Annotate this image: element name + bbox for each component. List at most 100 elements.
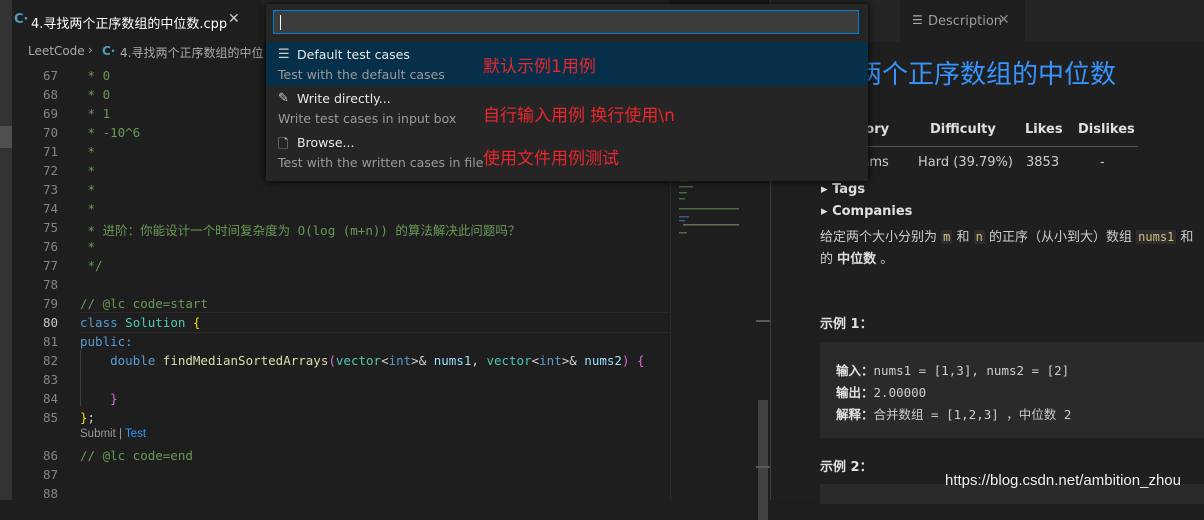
line-number: 86 (42, 448, 58, 463)
line-number: 85 (42, 410, 58, 425)
line-number: 71 (42, 144, 58, 159)
quick-pick-item-description: Test with the written cases in file (278, 155, 484, 170)
line-number: 87 (42, 467, 58, 482)
code-line: * -10^6 (80, 125, 141, 140)
code-line: double findMedianSortedArrays(vector<int… (110, 353, 645, 368)
close-icon[interactable]: ✕ (228, 11, 240, 27)
example-explanation: 解释：合并数组 = [1,2,3] ，中位数 2 (836, 404, 1071, 423)
preview-icon: ☰ (912, 13, 923, 27)
table-cell: - (1100, 155, 1105, 170)
quick-pick-item-label[interactable]: Default test cases (297, 47, 410, 62)
table-divider (830, 146, 1138, 147)
code-line: // @lc code=end (80, 448, 193, 463)
line-number: 74 (42, 201, 58, 216)
code-lens-separator: | (115, 428, 125, 440)
code-line: */ (80, 258, 103, 273)
file-icon: 🗋 (278, 137, 289, 152)
para-bold: 中位数 (837, 252, 877, 267)
inline-code: n (973, 230, 985, 244)
para-text: 给定两个大小分别为 (820, 230, 942, 245)
para-text: 。 (876, 252, 894, 267)
line-number-active: 80 (42, 315, 58, 330)
problem-title: 找两个正序数组的中位数 (830, 60, 1117, 90)
code-line: } (110, 391, 118, 406)
code-line: * 进阶：你能设计一个时间复杂度为 O(log (m+n)) 的算法解决此问题吗… (80, 223, 521, 238)
breadcrumb-file[interactable]: 4.寻找两个正序数组的中位 (120, 44, 270, 61)
chevron-right-icon: › (88, 43, 93, 57)
line-number: 72 (42, 163, 58, 178)
example-value: 合并数组 = [1,2,3] ，中位数 2 (873, 407, 1072, 422)
line-number: 76 (42, 239, 58, 254)
line-number: 75 (42, 220, 58, 235)
edit-icon: ✎ (278, 91, 289, 106)
scrollbar-thumb[interactable] (758, 400, 768, 520)
tags-toggle[interactable]: ▸ Tags (821, 182, 865, 197)
code-line: * (80, 201, 96, 216)
line-number: 81 (42, 334, 58, 349)
code-line: * (80, 182, 96, 197)
inline-code: m (941, 230, 953, 244)
quick-pick-input[interactable] (273, 10, 859, 34)
quick-pick-item-label[interactable]: Write directly... (297, 91, 391, 106)
test-link[interactable]: Test (125, 428, 146, 440)
text-caret (280, 15, 281, 30)
companies-label: Companies (832, 204, 913, 219)
code-line: * (80, 239, 96, 254)
code-line: * (80, 163, 96, 178)
line-number-gutter: 67 68 69 70 71 72 73 74 75 76 77 78 79 8… (12, 62, 70, 501)
table-header: Dislikes (1078, 122, 1135, 137)
code-line: * 0 (80, 87, 111, 102)
cpp-icon: C· (14, 12, 29, 27)
table-header: Difficulty (930, 122, 996, 137)
breadcrumb-folder[interactable]: LeetCode (28, 44, 85, 58)
quick-pick-item-description: Test with the default cases (278, 67, 445, 82)
line-number: 67 (42, 68, 58, 83)
line-number: 69 (42, 106, 58, 121)
example-label: 解释： (836, 407, 874, 422)
line-number: 77 (42, 258, 58, 273)
code-line: // @lc code=start (80, 296, 208, 311)
line-number: 73 (42, 182, 58, 197)
submit-link[interactable]: Submit (80, 428, 116, 440)
description-tab-label[interactable]: Description (928, 14, 1002, 29)
example-value: 2.00000 (873, 385, 927, 400)
example-title: 示例 2： (820, 460, 873, 475)
para-text: 和 (1176, 230, 1194, 245)
line-number: 70 (42, 125, 58, 140)
annotation-text: 使用文件用例测试 (483, 149, 619, 169)
quick-pick-item-label[interactable]: Browse... (297, 135, 354, 150)
editor-tab-label[interactable]: 4.寻找两个正序数组的中位数.cpp (31, 13, 227, 32)
example-input: 输入：nums1 = [1,3], nums2 = [2] (836, 360, 1069, 379)
example-title: 示例 1： (820, 317, 873, 332)
code-line: }; (80, 410, 96, 425)
line-number: 68 (42, 87, 58, 102)
scrollbar-marker (756, 320, 770, 322)
quick-pick-item-description: Write test cases in input box (278, 111, 457, 126)
para-text: 的正序（从小到大）数组 (984, 230, 1137, 245)
table-cell: 3853 (1026, 155, 1060, 170)
para-text: 和 (952, 230, 974, 245)
table-header: Likes (1025, 122, 1063, 137)
line-number: 79 (42, 296, 58, 311)
companies-toggle[interactable]: ▸ Companies (821, 204, 912, 219)
watermark: https://blog.csdn.net/ambition_zhou (945, 472, 1181, 489)
scrollbar-marker (756, 466, 770, 468)
code-line: class Solution { (80, 315, 201, 330)
code-line: * 0 (80, 68, 111, 83)
line-number: 84 (42, 391, 58, 406)
example-label: 输入： (836, 363, 874, 378)
example-value: nums1 = [1,3], nums2 = [2] (873, 363, 1070, 378)
code-line: public: (80, 334, 133, 349)
cpp-icon: C· (102, 44, 116, 58)
code-line: * 1 (80, 106, 111, 121)
example-output: 输出：2.00000 (836, 382, 926, 401)
close-icon[interactable]: ✕ (998, 12, 1010, 28)
line-number: 78 (42, 277, 58, 292)
line-number: 83 (42, 372, 58, 387)
list-icon: ☰ (278, 47, 290, 62)
annotation-text: 自行输入用例 换行使用\n (483, 106, 675, 126)
line-number: 82 (42, 353, 58, 368)
tags-label: Tags (832, 182, 866, 197)
code-lens: Submit | Test (80, 428, 146, 440)
annotation-text: 默认示例1用例 (483, 57, 596, 77)
